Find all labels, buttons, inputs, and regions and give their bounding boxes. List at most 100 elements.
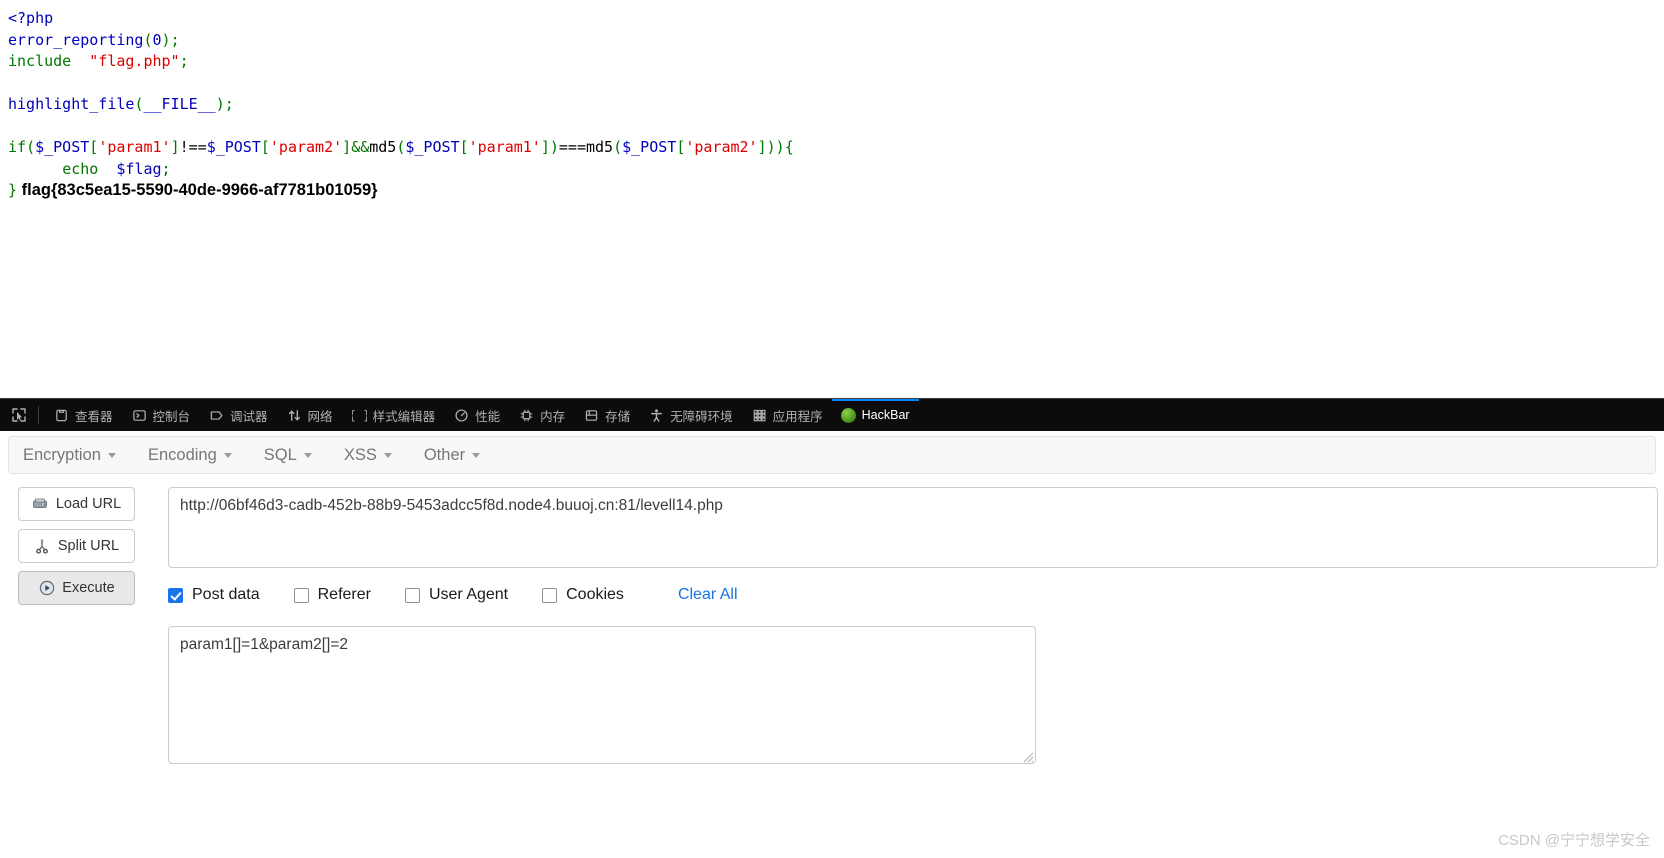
hackbar-panel: Encryption Encoding SQL XSS Other Load URL Sp…	[0, 431, 1664, 858]
devtools-tab-9[interactable]: 无障碍环境	[639, 399, 742, 432]
checkbox-box-user-agent[interactable]	[404, 587, 420, 603]
php-token: $flag	[116, 159, 162, 178]
hackbar-menu-other[interactable]: Other	[423, 445, 481, 465]
php-token: }	[8, 181, 18, 199]
php-token: )	[766, 138, 776, 156]
php-token: md5	[369, 138, 397, 156]
devtools-tab-4[interactable]: 网络	[277, 399, 342, 432]
php-source-line: echo $flag;	[8, 159, 1664, 181]
split-url-button[interactable]: Split URL	[18, 529, 135, 563]
devtools-toolbar: 查看器 控制台 调试器 网络 { } 样式编辑器 性能 内存 存储 无障碍环境 应用程序 HackBa…	[0, 398, 1664, 432]
post-data-input[interactable]: param1[]=1&param2[]=2	[168, 626, 1036, 764]
php-token: "flag.php"	[89, 52, 180, 70]
checkbox-box-referer[interactable]	[293, 587, 309, 603]
execute-button[interactable]: Execute	[18, 571, 135, 605]
php-source-line: include "flag.php";	[8, 51, 1664, 73]
php-token: highlight_file	[8, 95, 135, 113]
php-token: echo	[62, 159, 99, 178]
execute-icon	[38, 580, 55, 597]
hackbar-menu-encryption[interactable]: Encryption	[23, 446, 116, 465]
php-source-line	[8, 116, 1664, 138]
php-token: !==	[179, 138, 207, 156]
devtools-tab-6[interactable]: 性能	[444, 399, 509, 432]
php-token: )	[161, 30, 171, 49]
php-token: $_POST	[206, 138, 261, 156]
checkbox-label: Post data	[192, 586, 260, 603]
devtools-tab-label: 应用程序	[772, 409, 823, 424]
checkbox-post-data[interactable]: Post data	[168, 586, 260, 604]
devtools-tab-label: 查看器	[75, 409, 113, 424]
php-token: md5	[586, 138, 614, 156]
clear-all-link[interactable]: Clear All	[678, 586, 738, 604]
php-token: [	[676, 138, 686, 156]
devtools-tab-2[interactable]: 控制台	[122, 399, 200, 432]
svg-text:{ }: { }	[352, 408, 367, 422]
hackbar-menu-label: SQL	[263, 445, 297, 464]
devtools-tab-label: 无障碍环境	[670, 409, 733, 424]
hackbar-menu-sql[interactable]: SQL	[264, 446, 312, 465]
hackbar-menu-bar: Encryption Encoding SQL XSS Other	[8, 436, 1656, 474]
php-token: include	[8, 52, 72, 70]
hackbar-menu-encoding[interactable]: Encoding	[148, 446, 232, 465]
devtools-tab-label: 调试器	[230, 409, 268, 424]
devtools-tab-8[interactable]: 存储	[574, 399, 639, 432]
php-source-line	[8, 73, 1664, 95]
php-source-line: highlight_file(__FILE__);	[8, 94, 1664, 116]
devtools-tab-7[interactable]: 内存	[509, 399, 574, 432]
hackbar-menu-label: Encoding	[147, 445, 217, 464]
php-token	[8, 160, 62, 178]
devtools-tab-label: 内存	[540, 409, 566, 424]
hackbar-menu-label: Other	[423, 445, 466, 464]
url-input[interactable]: http://06bf46d3-cadb-452b-88b9-5453adcc5…	[168, 487, 1658, 568]
php-token: 'param1'	[98, 138, 171, 156]
php-token	[71, 52, 89, 70]
memory-icon	[518, 407, 535, 424]
checkbox-label: User Agent	[428, 586, 509, 603]
php-token: &&	[351, 138, 370, 156]
debugger-icon	[208, 407, 225, 424]
hackbar-menu-xss[interactable]: XSS	[344, 446, 392, 465]
button-label: Split URL	[57, 538, 120, 554]
devtools-tab-label: 网络	[307, 409, 333, 424]
php-source-line: } flag{83c5ea15-5590-40de-9966-af7781b01…	[8, 180, 1664, 202]
csdn-watermark: CSDN @宁宁想学安全	[1498, 832, 1650, 849]
php-token: )	[775, 138, 785, 156]
toolbar-divider	[38, 406, 39, 424]
checkbox-box-post-data[interactable]	[168, 587, 183, 603]
php-token: 0	[152, 30, 162, 49]
php-token: __FILE__	[143, 95, 216, 113]
checkbox-label: Cookies	[566, 586, 624, 603]
devtools-tab-10[interactable]: 应用程序	[742, 399, 832, 432]
hackbar-logo-icon	[840, 407, 856, 423]
php-token: ]	[342, 138, 352, 156]
php-token: <?php	[8, 9, 54, 27]
chevron-down-icon	[223, 452, 232, 458]
php-token: 'param2'	[685, 138, 758, 156]
storage-icon	[583, 407, 600, 424]
load-url-icon	[32, 496, 49, 513]
devtools-tab-5[interactable]: { } 样式编辑器	[342, 399, 445, 432]
style-editor-icon: { }	[351, 407, 368, 424]
php-token: ===	[558, 138, 586, 156]
load-url-button[interactable]: Load URL	[18, 487, 135, 521]
php-token: )	[549, 138, 559, 156]
php-token: ]	[757, 138, 767, 156]
checkbox-user-agent[interactable]: User Agent	[404, 586, 509, 604]
console-icon	[131, 407, 148, 424]
chevron-down-icon	[383, 452, 392, 458]
php-token: ;	[179, 52, 189, 70]
inspector-icon	[53, 407, 70, 424]
php-token: ;	[161, 159, 171, 178]
php-token	[98, 160, 116, 178]
devtools-tab-11[interactable]: HackBar	[831, 398, 919, 432]
checkbox-cookies[interactable]: Cookies	[542, 586, 624, 604]
split-url-icon	[34, 538, 51, 555]
button-label: Execute	[62, 580, 115, 596]
checkbox-box-cookies[interactable]	[542, 587, 558, 603]
php-token: $_POST	[35, 138, 90, 156]
php-token: $_POST	[405, 138, 460, 156]
devtools-tab-1[interactable]: 查看器	[44, 399, 122, 432]
devtools-tab-3[interactable]: 调试器	[199, 399, 277, 432]
checkbox-referer[interactable]: Referer	[293, 586, 371, 604]
element-picker-icon[interactable]	[4, 402, 34, 428]
